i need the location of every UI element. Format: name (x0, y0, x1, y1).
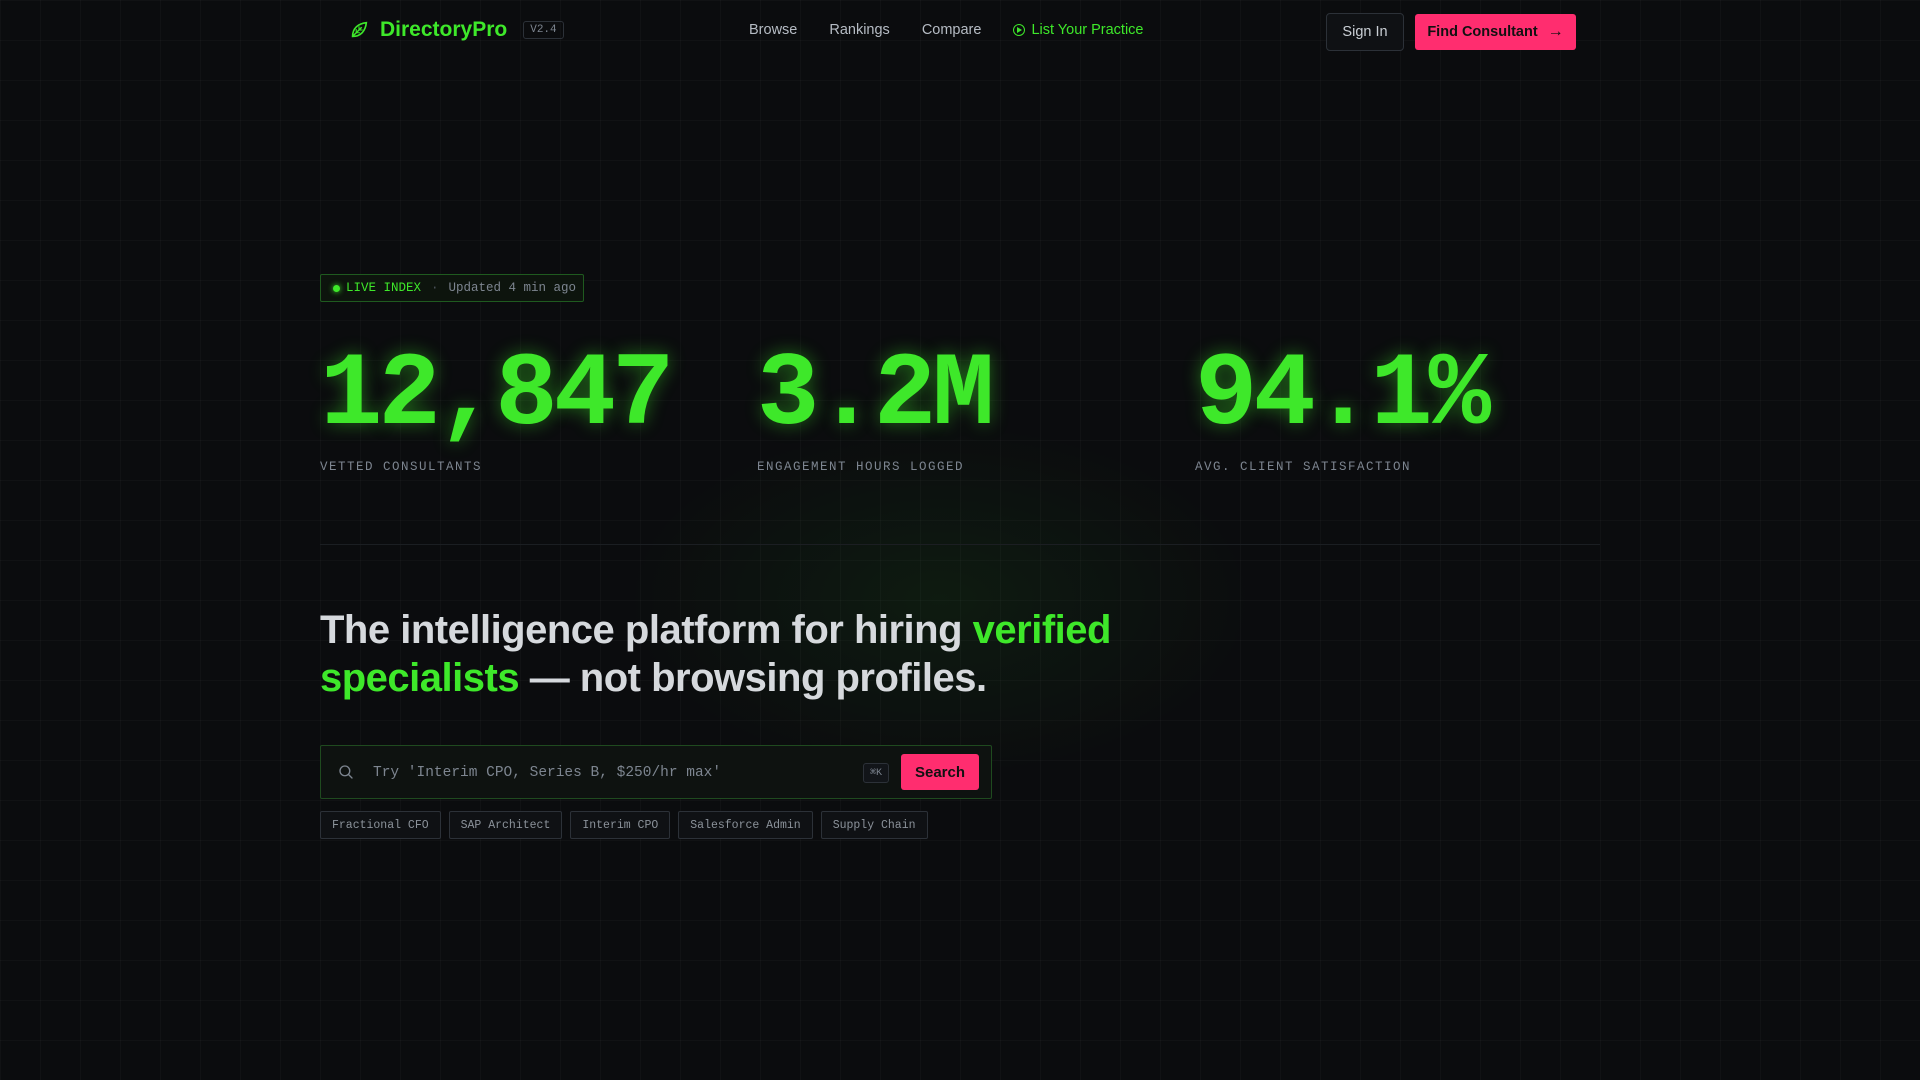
top-header: DirectoryPro V2.4 Browse Rankings Compar… (0, 0, 1920, 64)
search-bar: ⌘K Search (320, 745, 992, 799)
stat-label: ENGAGEMENT HOURS LOGGED (757, 460, 965, 474)
find-consultant-label: Find Consultant (1427, 24, 1538, 40)
live-status-dot (333, 284, 340, 292)
background-glow (620, 420, 1260, 780)
stat-engagement-hours: 3.2M ENGAGEMENT HOURS LOGGED (757, 337, 995, 474)
keyboard-shortcut-hint: ⌘K (863, 763, 890, 783)
chip-salesforce-admin[interactable]: Salesforce Admin (678, 811, 813, 839)
live-separator: · (431, 281, 439, 295)
nav-rankings[interactable]: Rankings (829, 22, 889, 38)
brand-logo[interactable]: DirectoryPro V2.4 (348, 18, 564, 42)
find-consultant-button[interactable]: Find Consultant → (1415, 14, 1576, 50)
headline-part-1: The intelligence platform for hiring (320, 608, 973, 652)
suggestion-chips: Fractional CFO SAP Architect Interim CPO… (320, 811, 928, 839)
nav-list-your-practice[interactable]: List Your Practice (1013, 22, 1144, 38)
brand-name: DirectoryPro (380, 18, 508, 41)
stat-value: 94.1% (1195, 337, 1491, 455)
leaf-icon (351, 21, 368, 38)
chip-supply-chain[interactable]: Supply Chain (820, 811, 928, 839)
headline-part-2: — not browsing profiles. (519, 656, 987, 700)
main-nav: Browse Rankings Compare List Your Practi… (749, 22, 1144, 38)
version-badge: V2.4 (523, 21, 564, 39)
stat-satisfaction: 94.1% AVG. CLIENT SATISFACTION (1195, 337, 1491, 474)
stat-label: AVG. CLIENT SATISFACTION (1195, 460, 1412, 474)
sign-in-button[interactable]: Sign In (1326, 13, 1404, 51)
grid-background (0, 0, 1920, 1080)
stat-value: 3.2M (757, 337, 995, 455)
search-input[interactable] (371, 758, 875, 788)
nav-list-your-practice-label: List Your Practice (1031, 22, 1144, 38)
stat-consultants: 12,847 VETTED CONSULTANTS (320, 337, 674, 474)
stat-value: 12,847 (320, 337, 674, 455)
search-button[interactable]: Search (901, 754, 979, 790)
chip-fractional-cfo[interactable]: Fractional CFO (320, 811, 441, 839)
chip-interim-cpo[interactable]: Interim CPO (570, 811, 671, 839)
section-divider (320, 544, 1600, 545)
hero-headline: The intelligence platform for hiring ver… (320, 606, 1120, 702)
play-circle-icon (1013, 24, 1026, 36)
live-index-badge: LIVE INDEX · Updated 4 min ago (320, 274, 584, 302)
live-index-label: LIVE INDEX (346, 281, 422, 295)
stat-label: VETTED CONSULTANTS (320, 460, 483, 474)
search-icon (339, 765, 353, 779)
chip-sap-architect[interactable]: SAP Architect (448, 811, 563, 839)
arrow-right-icon: → (1547, 23, 1564, 40)
nav-browse[interactable]: Browse (749, 22, 797, 38)
last-updated-text: Updated 4 min ago (448, 281, 577, 295)
nav-compare[interactable]: Compare (922, 22, 982, 38)
